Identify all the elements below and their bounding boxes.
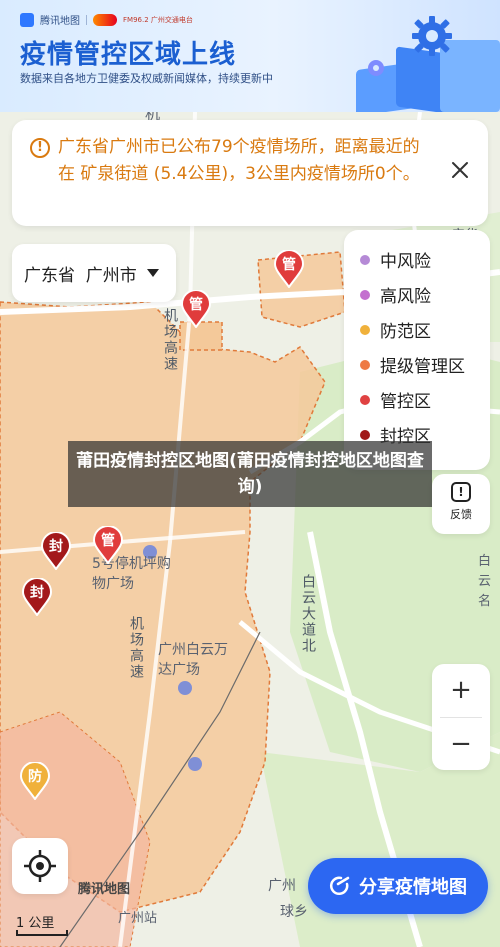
feedback-label: 反馈 (450, 508, 472, 521)
share-map-button[interactable]: 分享疫情地图 (308, 858, 488, 914)
legend-item: 管控区 (360, 382, 490, 417)
locate-icon (24, 850, 56, 882)
feedback-icon: ! (451, 482, 471, 502)
marker-label: 管 (189, 297, 203, 313)
article-title-overlay: 莆田疫情封控区地图(莆田疫情封控地区地图查询) (68, 441, 432, 507)
feedback-button[interactable]: ! 反馈 (432, 474, 490, 534)
marker-label: 封 (49, 539, 63, 555)
marker-label: 管 (282, 257, 296, 273)
zoom-in-button[interactable]: + (432, 664, 490, 717)
locate-button[interactable] (12, 838, 68, 894)
brand: 腾讯地图 FM96.2 广州交通电台 (20, 12, 193, 27)
map-label-guangzhou-bottom: 广州 (268, 878, 296, 894)
map-label-guangzhou-station: 广州站 (118, 911, 158, 926)
header-banner: 腾讯地图 FM96.2 广州交通电台 疫情管控区域上线 数据来自各地方卫健委及权… (0, 0, 500, 112)
legend-dot (360, 429, 370, 440)
map-label-baiyun-right: 白云名 (478, 554, 492, 609)
sealed-zone-marker[interactable]: 封 (21, 578, 53, 616)
share-icon (329, 876, 350, 896)
legend-dot (360, 324, 370, 335)
legend-label: 中风险 (380, 252, 431, 272)
control-zone-marker[interactable]: 管 (180, 290, 212, 328)
info-icon: ! (30, 138, 50, 158)
map-label-wanda-plaza: 广州白云万达广场 (158, 642, 228, 678)
radio-logo-icon (93, 13, 117, 26)
legend-dot (360, 254, 370, 265)
legend-item: 中风险 (360, 242, 490, 277)
close-icon[interactable] (450, 160, 470, 180)
control-zone-marker[interactable]: 管 (92, 526, 124, 564)
map-label-airport-expressway: 机场高速 (162, 308, 178, 372)
notice-text: 广东省广州市已公布79个疫情场所，距离最近的在 矿泉街道 (5.4公里)，3公里… (58, 137, 420, 184)
legend-dot (360, 289, 370, 300)
zoom-control: + − (432, 664, 490, 770)
brand-name: 腾讯地图 (40, 16, 80, 27)
risk-legend: 中风险 高风险 防范区 提级管理区 管控区 封控区 (344, 230, 490, 470)
tencent-map-logo-icon (20, 12, 34, 27)
legend-label: 防范区 (380, 322, 431, 342)
gear-icon (368, 60, 384, 76)
gear-icon (412, 16, 452, 56)
legend-dot (360, 359, 370, 370)
chevron-down-icon (146, 269, 159, 277)
legend-label: 管控区 (380, 392, 431, 412)
control-zone-marker[interactable]: 管 (273, 250, 305, 288)
legend-label: 提级管理区 (380, 357, 465, 377)
radio-name: FM96.2 广州交通电台 (123, 15, 193, 24)
legend-dot (360, 394, 370, 405)
marker-label: 防 (28, 769, 42, 785)
legend-item: 提级管理区 (360, 347, 490, 382)
legend-label: 高风险 (380, 287, 431, 307)
prevention-zone-marker[interactable]: 防 (19, 762, 51, 800)
scale-bar (16, 930, 68, 936)
nearby-cases-notice: ! 广东省广州市已公布79个疫情场所，距离最近的在 矿泉街道 (5.4公里)，3… (12, 120, 488, 226)
map-attribution: 腾讯地图 (78, 882, 131, 897)
legend-item: 防范区 (360, 312, 490, 347)
map-label-stadium: 球乡 (280, 904, 308, 920)
region-select-value: 广东省 广州市 (24, 265, 137, 286)
marker-label: 封 (30, 585, 44, 601)
map-label-airport-expressway: 机场高速 (128, 616, 144, 680)
map-label-baiyun-avenue-north: 白云大道北 (300, 574, 316, 654)
region-select[interactable]: 广东省 广州市 (12, 244, 176, 302)
zoom-out-button[interactable]: − (432, 718, 490, 771)
page-subtitle: 数据来自各地方卫健委及权威新闻媒体，持续更新中 (20, 72, 273, 85)
marker-label: 管 (101, 533, 115, 549)
scale-label: 1 公里 (16, 916, 55, 931)
page-title: 疫情管控区域上线 (20, 40, 237, 70)
share-label: 分享疫情地图 (359, 877, 467, 898)
sealed-zone-marker[interactable]: 封 (40, 532, 72, 570)
legend-item: 高风险 (360, 277, 490, 312)
brand-divider (86, 14, 87, 25)
